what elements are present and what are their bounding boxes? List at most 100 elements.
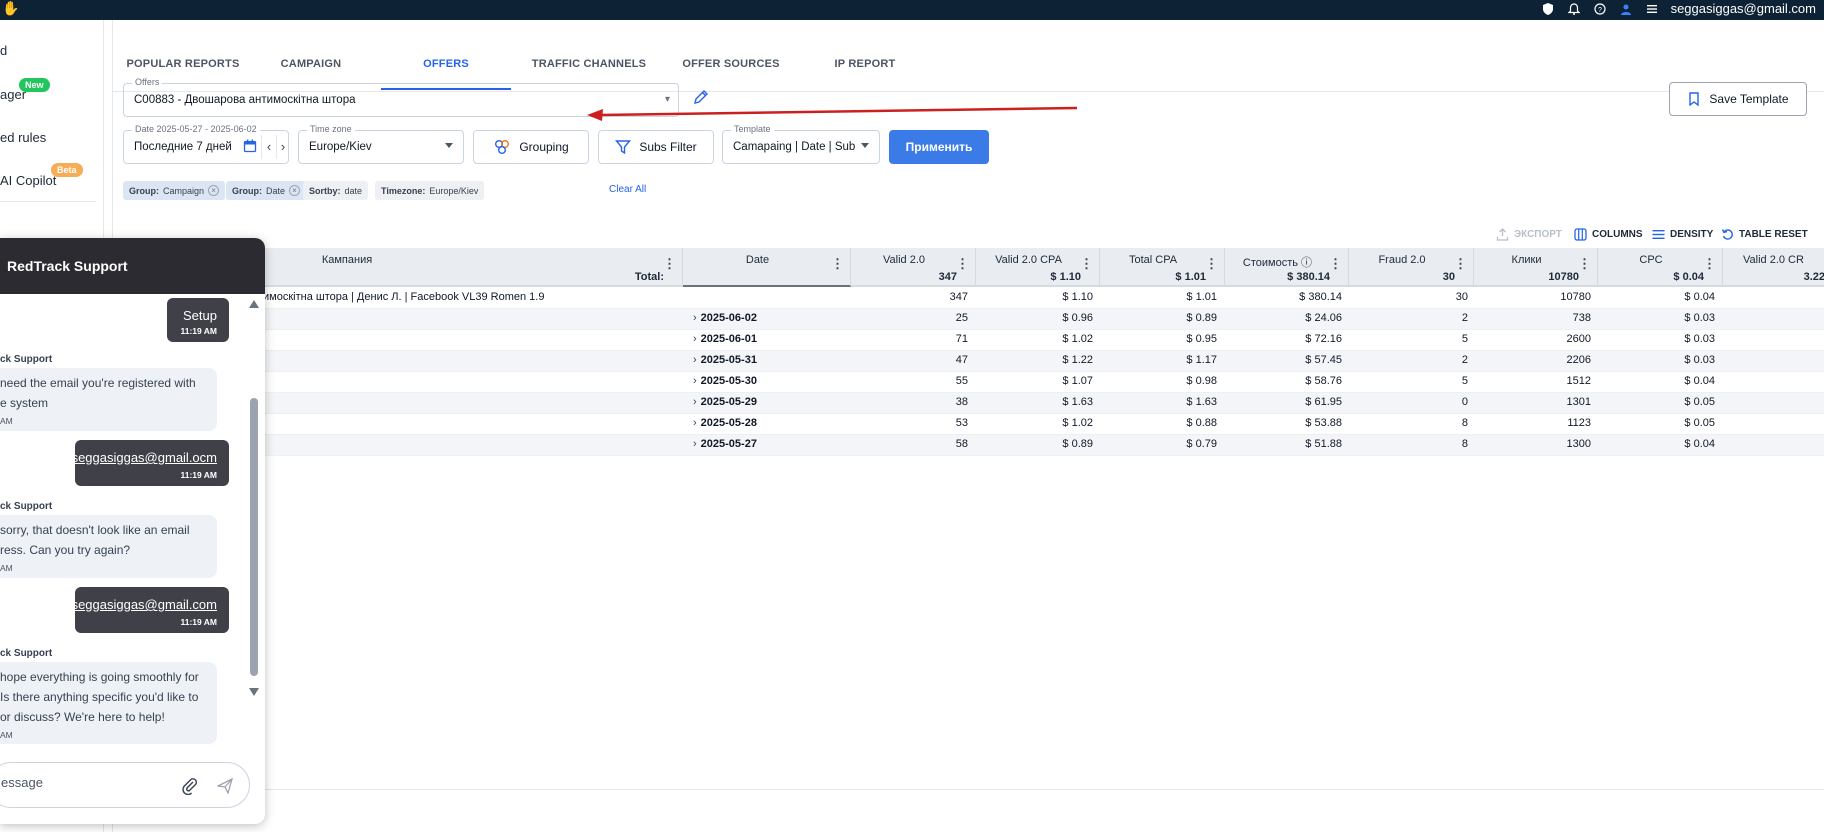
send-icon[interactable]	[217, 778, 233, 794]
top-bar: ✋ ? seggasiggas@gmail.com	[0, 0, 1824, 20]
date-next-icon[interactable]: ›	[276, 139, 290, 154]
template-select[interactable]: Template Camapaing | Date | Sub	[722, 124, 880, 164]
column-menu-icon[interactable]: ⋮	[956, 257, 969, 270]
scroll-down-icon[interactable]	[249, 688, 259, 696]
column-menu-icon[interactable]: ⋮	[1205, 257, 1218, 270]
grouping-button[interactable]: Grouping	[473, 130, 589, 164]
export-icon	[1496, 227, 1509, 241]
date-prev-icon[interactable]: ‹	[262, 139, 276, 154]
table-row[interactable]: › 2025-05-30 55 $ 1.07 $ 0.98 $ 58.76 5 1512 $ 0…	[113, 372, 1824, 393]
calendar-icon[interactable]	[243, 139, 257, 153]
row-date[interactable]: › 2025-05-27	[693, 438, 757, 450]
table-cell: 8	[1461, 438, 1468, 450]
column-menu-icon[interactable]: ⋮	[1080, 257, 1093, 270]
chat-sender: ck Support	[0, 501, 53, 512]
menu-icon[interactable]	[1645, 2, 1659, 16]
pencil-icon[interactable]	[692, 88, 710, 106]
filter-chip: Timezone: Europe/Kiev	[375, 181, 485, 200]
clear-all-link[interactable]: Clear All	[609, 184, 646, 195]
table-row[interactable]: › 2025-05-27 58 $ 0.89 $ 0.79 $ 51.88 8 1300 $ 0…	[113, 435, 1824, 456]
bookmark-icon	[1689, 92, 1700, 106]
close-icon[interactable]: ×	[208, 185, 220, 196]
chevron-right-icon[interactable]: ›	[693, 396, 697, 408]
column-menu-icon[interactable]: ⋮	[1329, 257, 1342, 270]
close-icon[interactable]: ×	[289, 185, 301, 196]
user-email[interactable]: seggasiggas@gmail.com	[1671, 1, 1816, 16]
column-header-date[interactable]: Date ⋮	[683, 248, 851, 287]
column-menu-icon[interactable]: ⋮	[1454, 257, 1467, 270]
filter-chip: Group: Date ×	[226, 181, 307, 200]
row-date[interactable]: › 2025-06-02	[693, 312, 757, 324]
table-row[interactable]: › 2025-05-31 47 $ 1.22 $ 1.17 $ 57.45 2 2206 $ 0…	[113, 351, 1824, 372]
column-header-fraud[interactable]: Fraud 2.0 30 ⋮	[1349, 248, 1474, 287]
column-menu-icon[interactable]: ⋮	[1578, 257, 1591, 270]
help-icon[interactable]: ?	[1593, 2, 1607, 16]
tab-offer-sources[interactable]: OFFER SOURCES	[669, 38, 793, 90]
shield-icon[interactable]	[1541, 2, 1555, 16]
table-cell: $ 57.45	[1305, 354, 1342, 366]
table-row[interactable]: › 2025-06-02 25 $ 0.96 $ 0.89 $ 24.06 2 738 $ 0.…	[113, 309, 1824, 330]
chat-header: RedTrack Support	[0, 238, 265, 294]
chevron-down-icon[interactable]	[445, 143, 453, 148]
bell-icon[interactable]	[1567, 2, 1581, 16]
date-range-picker[interactable]: Date 2025-05-27 - 2025-06-02 Последние 7…	[123, 124, 290, 164]
subs-filter-button[interactable]: Subs Filter	[598, 130, 714, 164]
column-header-cost[interactable]: Стоимость ⓘ $ 380.14 ⋮	[1225, 248, 1349, 287]
table-cell: $ 0.04	[1684, 438, 1715, 450]
table-row[interactable]: › 2025-05-28 53 $ 1.02 $ 0.88 $ 53.88 8 1123 $ 0…	[113, 414, 1824, 435]
chevron-right-icon[interactable]: ›	[693, 417, 697, 429]
table-row[interactable]: › 2025-05-29 38 $ 1.63 $ 1.63 $ 61.95 0 1301 $ 0…	[113, 393, 1824, 414]
row-date[interactable]: › 2025-05-28	[693, 417, 757, 429]
scroll-up-icon[interactable]	[249, 300, 259, 308]
column-header-valid-cr[interactable]: Valid 2.0 CR 3.22	[1723, 248, 1824, 287]
tab-ip-report[interactable]: IP REPORT	[803, 38, 927, 90]
sidebar-item-automated-rules[interactable]: ed rules	[0, 130, 46, 145]
column-header-valid-cpa[interactable]: Valid 2.0 CPA $ 1.10 ⋮	[976, 248, 1100, 287]
table-reset-button[interactable]: TABLE RESET	[1721, 226, 1808, 242]
column-menu-icon[interactable]: ⋮	[1703, 257, 1716, 270]
chat-message-input[interactable]	[1, 775, 161, 790]
chevron-right-icon[interactable]: ›	[693, 333, 697, 345]
row-date[interactable]: › 2025-05-30	[693, 375, 757, 387]
export-button[interactable]: ЭКСПОРТ	[1496, 226, 1562, 242]
row-date[interactable]: › 2025-05-29	[693, 396, 757, 408]
table-cell: 47	[955, 354, 968, 366]
density-button[interactable]: DENSITY	[1652, 226, 1713, 242]
row-date[interactable]: › 2025-05-31	[693, 354, 757, 366]
sidebar-item-dashboard[interactable]: d	[0, 43, 7, 58]
chevron-right-icon[interactable]: ›	[693, 312, 697, 324]
table-row[interactable]: › 2025-06-01 71 $ 1.02 $ 0.95 $ 72.16 5 2600 $ 0…	[113, 330, 1824, 351]
column-header-valid[interactable]: Valid 2.0 347 ⋮	[851, 248, 976, 287]
paperclip-icon[interactable]	[181, 777, 199, 795]
chip-value: Date	[266, 185, 286, 196]
chevron-right-icon[interactable]: ›	[693, 354, 697, 366]
save-template-button[interactable]: Save Template	[1669, 82, 1807, 116]
chat-scrollbar-thumb[interactable]	[250, 398, 258, 676]
mouse-cursor-icon: ✋	[2, 0, 20, 16]
chevron-right-icon[interactable]: ›	[693, 438, 697, 450]
user-icon[interactable]	[1619, 2, 1633, 16]
chip-value: date	[344, 185, 363, 196]
chevron-right-icon[interactable]: ›	[693, 375, 697, 387]
column-header-total-cpa[interactable]: Total CPA $ 1.01 ⋮	[1100, 248, 1225, 287]
columns-button[interactable]: COLUMNS	[1574, 226, 1643, 242]
table-row-group[interactable]: имоскітна штора | Денис Л. | Facebook VL…	[113, 288, 1824, 309]
offers-value: C00883 - Двошарова антимоскітна штора	[134, 94, 356, 106]
sidebar-item-ai-copilot[interactable]: AI Copilot	[0, 173, 56, 188]
template-value: Camapaing | Date | Sub	[733, 141, 856, 153]
date-range-label: Date 2025-05-27 - 2025-06-02	[132, 124, 260, 134]
chat-title: RedTrack Support	[7, 258, 128, 274]
chat-scrollbar[interactable]	[249, 300, 259, 696]
apply-button[interactable]: Применить	[889, 130, 989, 164]
row-date[interactable]: › 2025-06-01	[693, 333, 757, 345]
column-menu-icon[interactable]: ⋮	[831, 257, 844, 270]
column-menu-icon[interactable]: ⋮	[663, 257, 676, 270]
chevron-down-icon[interactable]	[861, 143, 869, 148]
row-date-label: 2025-06-02	[700, 312, 757, 324]
table-cell: $ 0.03	[1684, 333, 1715, 345]
row-date-label: 2025-05-27	[700, 438, 757, 450]
column-header-clicks[interactable]: Клики 10780 ⋮	[1474, 248, 1598, 287]
column-header-cpc[interactable]: CPC $ 0.04 ⋮	[1598, 248, 1723, 287]
chevron-down-icon[interactable]: ▾	[665, 94, 670, 105]
timezone-select[interactable]: Time zone Europe/Kiev	[298, 124, 464, 164]
